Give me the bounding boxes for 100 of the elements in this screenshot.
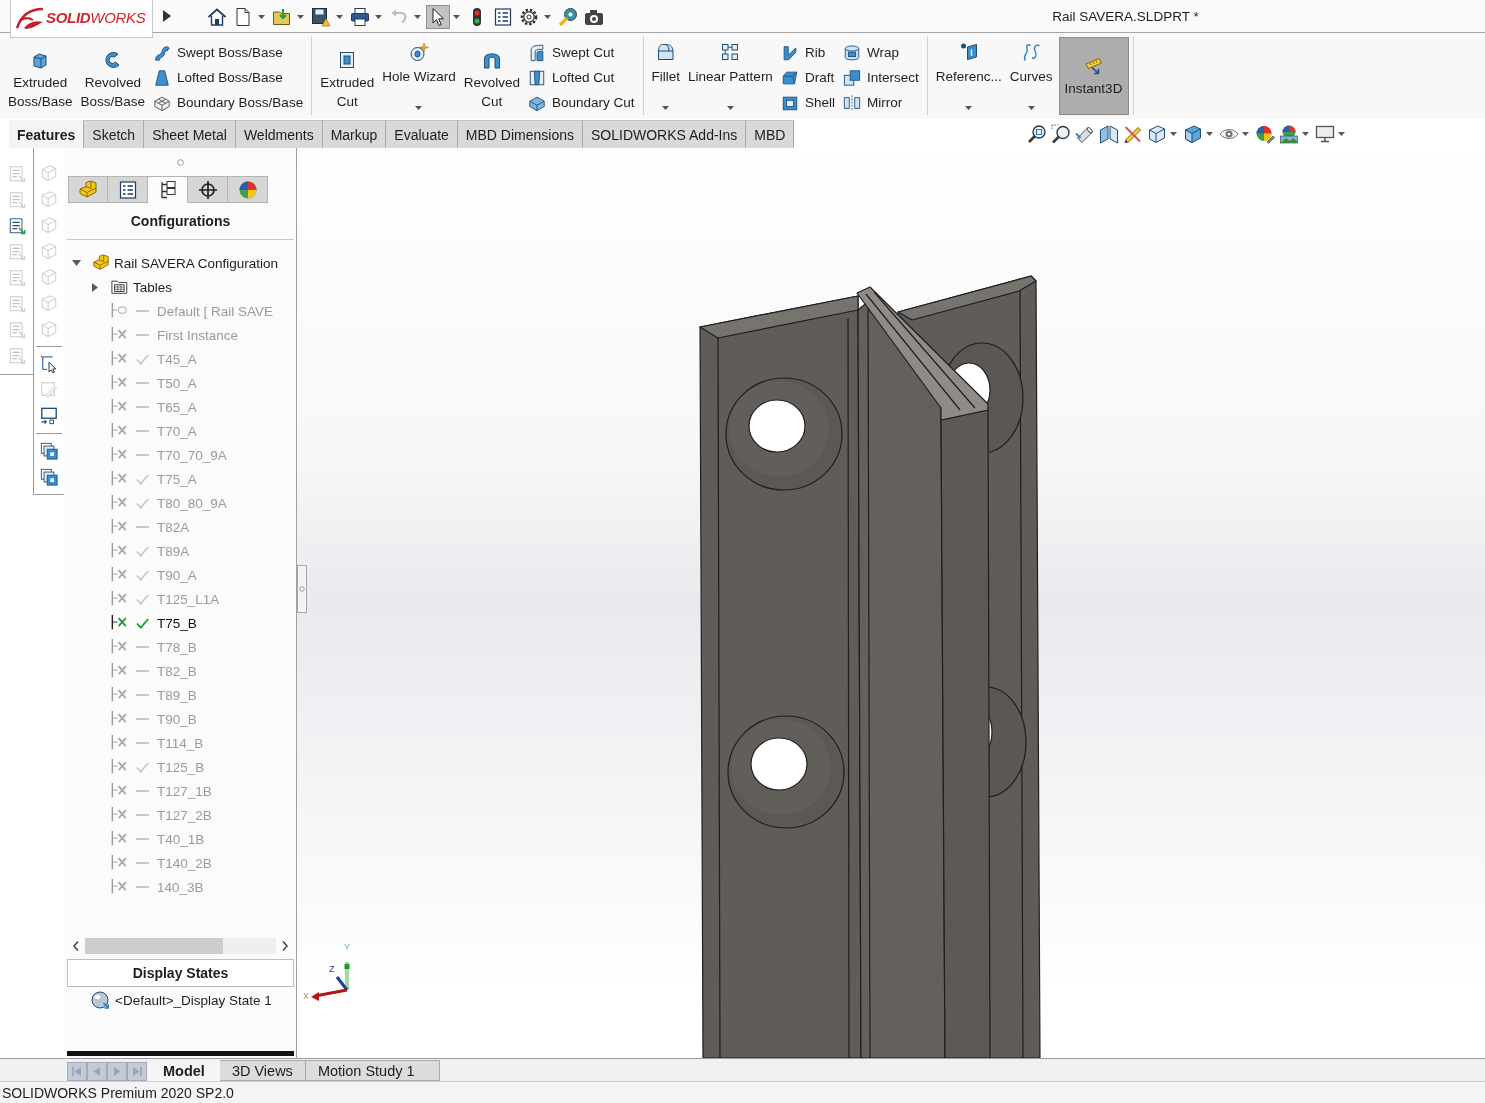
toggle-button[interactable]: Instant3D: [1058, 37, 1129, 115]
caret-icon[interactable]: [544, 15, 551, 19]
ribbon-button[interactable]: Curves: [1005, 36, 1057, 115]
tree-item[interactable]: T75_B: [157, 615, 197, 631]
ribbon-button[interactable]: Wrap: [842, 40, 919, 65]
intersect-icon: [842, 68, 861, 87]
note-icon[interactable]: [7, 217, 26, 235]
panel-title: Configurations: [130, 213, 231, 229]
caret-icon[interactable]: [453, 15, 460, 19]
caret-icon[interactable]: [727, 106, 734, 110]
caret-icon[interactable]: [1206, 132, 1213, 136]
logo-text: SOLIDWORKS: [46, 9, 146, 26]
tape-measure-icon: [558, 7, 578, 27]
toolbar-button[interactable]: [348, 5, 372, 29]
ribbon-button[interactable]: Shell: [780, 90, 835, 115]
chevron-right-icon[interactable]: [282, 941, 288, 951]
cylinder-icon[interactable]: [1075, 124, 1095, 144]
caret-icon[interactable]: [1242, 132, 1249, 136]
zoom-area-icon[interactable]: [1051, 124, 1071, 144]
toolbar-button[interactable]: [426, 5, 450, 29]
menu-arrow-icon[interactable]: [163, 10, 171, 22]
ribbon-tab[interactable]: Evaluate: [386, 120, 458, 148]
bottom-tab[interactable]: Model: [149, 1060, 220, 1081]
toolbar-button[interactable]: [309, 5, 333, 29]
sphere-icon: [91, 991, 109, 1009]
monitor-icon[interactable]: [1315, 124, 1335, 144]
stacked-squares-icon[interactable]: [40, 442, 58, 460]
caret-icon[interactable]: [1170, 132, 1177, 136]
caret-icon[interactable]: [1338, 132, 1345, 136]
hole-icon: [408, 42, 429, 62]
caret-icon[interactable]: [375, 15, 382, 19]
ribbon-button[interactable]: Linear Pattern: [684, 36, 777, 115]
ribbon-button[interactable]: Rib: [780, 40, 835, 65]
caret-icon[interactable]: [1027, 106, 1035, 110]
scene-icon[interactable]: [1279, 124, 1299, 144]
ribbon-tab[interactable]: Weldments: [235, 120, 323, 148]
cube-icon[interactable]: [1147, 124, 1167, 144]
caret-icon[interactable]: [1302, 132, 1309, 136]
chevron-left-icon[interactable]: [73, 941, 79, 951]
grip-dot-icon[interactable]: [177, 158, 184, 166]
floppy-disk-icon: [311, 7, 331, 27]
part-blocks-icon: [78, 179, 98, 200]
screen-arrow-icon[interactable]: [40, 407, 58, 425]
caret-icon[interactable]: [336, 15, 343, 19]
caret-icon[interactable]: [297, 15, 304, 19]
ribbon-button[interactable]: Extruded Cut: [316, 36, 379, 115]
pencil-ruler-icon[interactable]: [1123, 124, 1143, 144]
ribbon-button[interactable]: Swept Boss/Base: [153, 40, 304, 65]
ribbon-tab[interactable]: Sketch: [84, 120, 145, 148]
bottom-tab[interactable]: 3D Views: [219, 1060, 306, 1081]
panel-tab[interactable]: [148, 176, 188, 203]
settings-icon: [519, 7, 539, 27]
ribbon-button[interactable]: Extruded Boss/Base: [4, 36, 77, 115]
cursor-box-icon[interactable]: [40, 355, 58, 373]
ribbon-button[interactable]: Boundary Cut: [528, 90, 635, 115]
ribbon-tab[interactable]: SOLIDWORKS Add-Ins: [583, 120, 747, 148]
ribbon-button[interactable]: Referenc...: [931, 36, 1006, 115]
ribbon-button[interactable]: Draft: [780, 65, 835, 90]
ribbon-button[interactable]: Lofted Boss/Base: [153, 65, 304, 90]
bottom-tab[interactable]: Motion Study 1: [305, 1060, 440, 1081]
caret-icon[interactable]: [258, 15, 265, 19]
ribbon-button[interactable]: Revolved Cut: [459, 36, 524, 115]
ribbon-tab[interactable]: Sheet Metal: [144, 120, 236, 148]
panel-tab[interactable]: [108, 176, 148, 203]
shaded-cube-icon[interactable]: [1183, 124, 1203, 144]
disclosure-triangle-icon[interactable]: [92, 282, 98, 292]
ribbon-tab[interactable]: MBD Dimensions: [457, 120, 583, 148]
ribbon-button[interactable]: Swept Cut: [528, 40, 635, 65]
document-icon: [233, 7, 253, 27]
display-state-item[interactable]: <Default>_Display State 1: [115, 992, 272, 1008]
stacked-squares-icon[interactable]: [40, 468, 58, 486]
ribbon-button[interactable]: Lofted Cut: [528, 65, 635, 90]
ribbon-button[interactable]: Fillet: [647, 36, 685, 115]
ribbon-button[interactable]: Hole Wizard: [378, 36, 460, 115]
ribbon-button[interactable]: Boundary Boss/Base: [153, 90, 304, 115]
axis-label: Y: [344, 942, 350, 952]
section-view-icon[interactable]: [1099, 124, 1119, 144]
scrollbar-track[interactable]: [85, 938, 276, 954]
window-title: Rail SAVERA.SLDPRT *: [1052, 9, 1199, 24]
caret-icon[interactable]: [965, 106, 973, 110]
disclosure-triangle-icon[interactable]: [72, 260, 81, 266]
toolbar-button[interactable]: [556, 5, 580, 29]
scrollbar-thumb[interactable]: [85, 938, 223, 954]
ribbon-tab[interactable]: MBD: [746, 120, 795, 148]
ribbon-button[interactable]: Mirror: [842, 90, 919, 115]
ribbon-tab[interactable]: Markup: [322, 120, 387, 148]
panel-handle[interactable]: [297, 565, 307, 613]
ribbon-button[interactable]: Intersect: [842, 65, 919, 90]
zoom-to-fit-icon[interactable]: [1027, 124, 1047, 144]
panel-tab[interactable]: [188, 176, 228, 203]
color-ball-icon[interactable]: [1255, 124, 1275, 144]
tree-item[interactable]: Rail SAVERA Configuration: [114, 255, 279, 271]
caret-icon[interactable]: [662, 106, 670, 110]
tree-item[interactable]: Tables: [133, 279, 173, 295]
caret-icon[interactable]: [415, 106, 423, 110]
ribbon-button[interactable]: Revolved Boss/Base: [76, 36, 150, 115]
ribbon-tab[interactable]: Features: [9, 120, 85, 148]
pattern-icon: [720, 42, 741, 62]
swept-shape-icon: [153, 43, 172, 62]
arch-cut-icon: [481, 50, 502, 70]
